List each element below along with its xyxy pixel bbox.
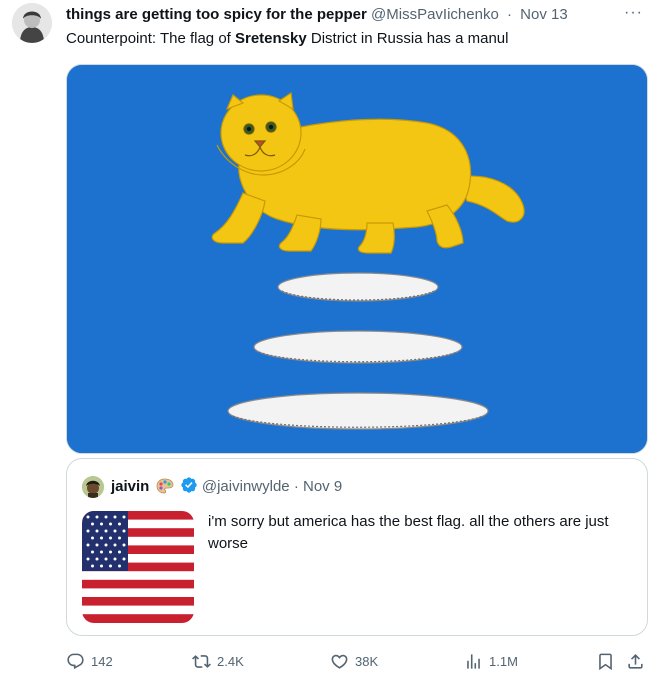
author-display-name[interactable]: things are getting too spicy for the pep… bbox=[66, 6, 367, 23]
quote-date[interactable]: Nov 9 bbox=[303, 478, 342, 495]
quote-header: jaivin @jaivinwylde · Nov 9 bbox=[111, 476, 342, 501]
repost-icon bbox=[192, 654, 211, 668]
tweet-text-bold: Sretensky bbox=[235, 30, 307, 47]
tweet-header: things are getting too spicy for the pep… bbox=[66, 4, 651, 26]
like-icon bbox=[331, 654, 348, 669]
tweet-action-bar: 142 2.4K 38K 1.1M bbox=[66, 645, 648, 677]
reply-count: 142 bbox=[91, 653, 113, 669]
header-separator: · bbox=[506, 6, 512, 23]
more-icon[interactable]: ··· bbox=[624, 5, 643, 21]
like-button[interactable]: 38K bbox=[330, 645, 378, 677]
sretensky-flag-image bbox=[67, 65, 647, 453]
bookmark-button[interactable] bbox=[596, 645, 621, 677]
author-handle[interactable]: @MissPavIichenko bbox=[371, 6, 499, 23]
verified-badge-icon bbox=[180, 476, 198, 501]
author-avatar-image bbox=[12, 3, 52, 43]
views-button[interactable]: 1.1M bbox=[464, 645, 518, 677]
share-icon bbox=[628, 653, 643, 669]
quote-author-name[interactable]: jaivin bbox=[111, 478, 149, 495]
quote-tweet[interactable]: jaivin @jaivinwylde · Nov 9 i'm sorry bu… bbox=[66, 458, 648, 636]
palette-emoji-icon bbox=[156, 478, 174, 501]
quote-avatar-image bbox=[82, 476, 104, 498]
tweet-text-part-3: District in Russia has a manul bbox=[306, 30, 509, 47]
repost-button[interactable]: 2.4K bbox=[192, 645, 244, 677]
author-avatar[interactable] bbox=[12, 3, 52, 43]
share-button[interactable] bbox=[626, 645, 651, 677]
tweet-date[interactable]: Nov 13 bbox=[520, 6, 568, 23]
like-count: 38K bbox=[355, 653, 379, 669]
quote-author-avatar[interactable] bbox=[82, 476, 104, 498]
us-flag-image bbox=[82, 511, 194, 623]
views-icon bbox=[467, 653, 480, 669]
repost-count: 2.4K bbox=[217, 653, 244, 669]
quote-text: i'm sorry but america has the best flag.… bbox=[208, 513, 609, 552]
views-count: 1.1M bbox=[489, 653, 518, 669]
tweet-text-part-1: Counterpoint: The flag of bbox=[66, 30, 235, 47]
quote-author-handle[interactable]: @jaivinwylde bbox=[202, 478, 290, 495]
quote-separator: · bbox=[293, 478, 299, 495]
quote-media-image[interactable] bbox=[82, 511, 194, 623]
tweet-media-image[interactable] bbox=[66, 64, 648, 454]
reply-button[interactable]: 142 bbox=[66, 645, 113, 677]
reply-icon bbox=[67, 653, 84, 669]
tweet-text: Counterpoint: The flag of Sretensky Dist… bbox=[66, 28, 508, 50]
bookmark-icon bbox=[599, 653, 612, 670]
